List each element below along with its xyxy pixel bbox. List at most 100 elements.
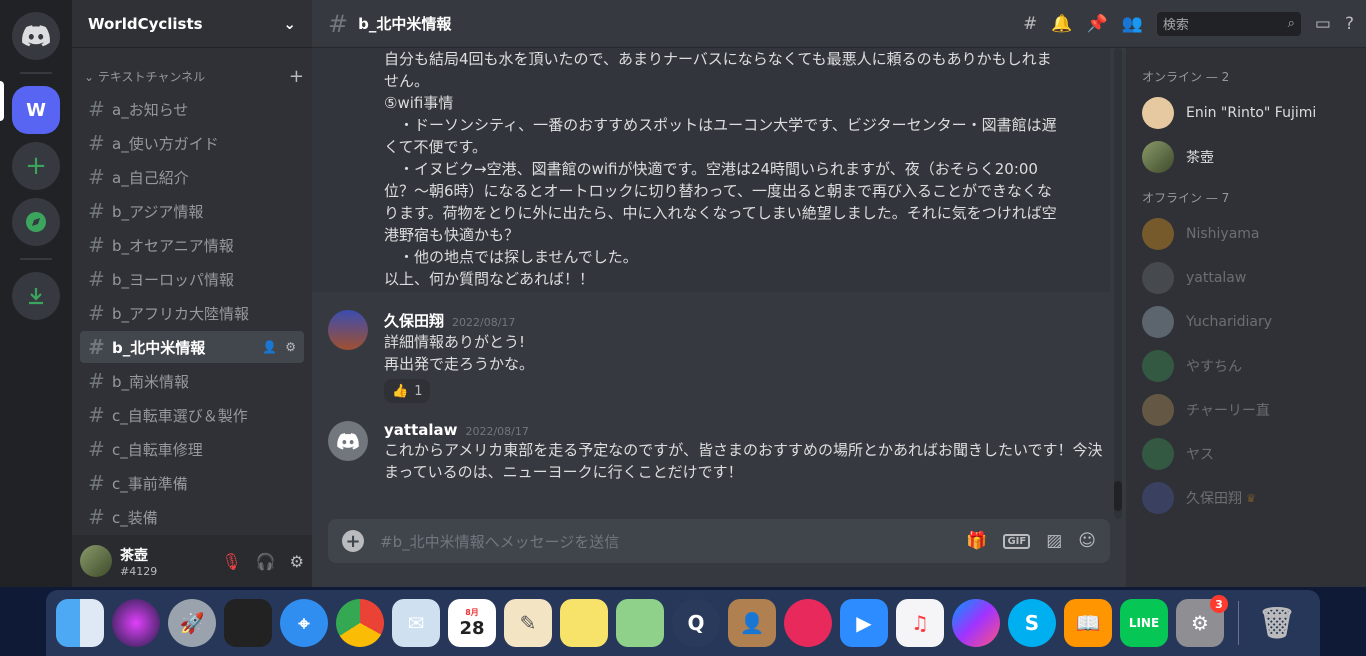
channel-item[interactable]: # c_装備 — [80, 501, 304, 533]
finder-icon[interactable] — [56, 599, 104, 647]
channel-item-active[interactable]: # b_北中米情報 👤 ⚙ — [80, 331, 304, 363]
message-author[interactable]: yattalaw — [384, 421, 457, 439]
gift-icon[interactable]: 🎁 — [966, 531, 987, 551]
pin-icon[interactable]: 📌 — [1087, 14, 1108, 34]
member-item[interactable]: 久保田翔 ♛ — [1142, 476, 1358, 520]
channel-item[interactable]: # c_自転車修理 — [80, 433, 304, 465]
gif-button[interactable]: GIF — [1003, 533, 1031, 549]
username: 茶壺 — [120, 547, 148, 564]
avatar[interactable] — [80, 545, 112, 577]
quicktime-icon[interactable]: Q — [672, 599, 720, 647]
members-icon[interactable]: 👥 — [1122, 14, 1143, 34]
upload-plus-icon[interactable]: + — [342, 530, 364, 552]
reaction-button[interactable]: 👍 1 — [384, 379, 431, 403]
bell-icon[interactable]: 🔔 — [1051, 14, 1072, 34]
search-input[interactable]: 検索 ⌕ — [1156, 11, 1301, 36]
system-preferences-icon[interactable]: ⚙ 3 — [1176, 595, 1228, 647]
help-icon[interactable]: ? — [1345, 14, 1354, 34]
create-channel-icon[interactable]: + — [289, 66, 304, 87]
zoom-icon[interactable]: ▶ — [840, 599, 888, 647]
notes-icon[interactable] — [560, 599, 608, 647]
mic-muted-icon[interactable]: 🎙 — [221, 552, 241, 571]
chrome-icon[interactable] — [336, 599, 384, 647]
emoji-icon[interactable]: ☺ — [1078, 531, 1096, 551]
member-item[interactable]: チャーリー直 — [1142, 388, 1358, 432]
music-icon[interactable]: ♫ — [896, 599, 944, 647]
trash-icon[interactable]: 🗑 — [1253, 599, 1301, 647]
thumbs-up-icon: 👍 — [392, 383, 409, 399]
server-name: WorldCyclists — [88, 14, 203, 33]
books-icon[interactable]: 📖 — [1064, 599, 1112, 647]
member-item[interactable]: 茶壺 — [1142, 135, 1358, 179]
channel-item[interactable]: # a_お知らせ — [80, 93, 304, 125]
header-toolbar: # 🔔 📌 👥 検索 ⌕ ▭ ? — [886, 0, 1366, 48]
server-worldcyclists[interactable]: W — [12, 86, 60, 134]
chat-area: # b_北中米情報 自分も結局4回も水を頂いたので、あまりナーバスにならなくても… — [312, 0, 1126, 587]
member-item[interactable]: やすちん — [1142, 344, 1358, 388]
contacts-icon[interactable]: 👤 — [728, 599, 776, 647]
channel-item[interactable]: # b_アフリカ大陸情報 — [80, 297, 304, 329]
avatar[interactable] — [328, 310, 368, 350]
skype-icon[interactable]: S — [1008, 599, 1056, 647]
message-input-box[interactable]: + #b_北中米情報へメッセージを送信 🎁 GIF ▨ ☺ — [328, 519, 1110, 563]
channel-item[interactable]: # a_自己紹介 — [80, 161, 304, 193]
message-input[interactable]: #b_北中米情報へメッセージを送信 — [380, 531, 966, 552]
member-item[interactable]: ヤス — [1142, 432, 1358, 476]
siri-icon[interactable] — [112, 599, 160, 647]
mail-icon[interactable]: ✉ — [392, 599, 440, 647]
hash-icon: # — [88, 267, 105, 291]
server-header[interactable]: WorldCyclists ⌄ — [72, 0, 312, 48]
explore-servers-icon[interactable] — [12, 198, 60, 246]
skitch-icon[interactable] — [784, 599, 832, 647]
add-server-icon[interactable]: + — [12, 142, 60, 190]
calendar-icon[interactable]: 8月 28 — [448, 599, 496, 647]
invite-icon[interactable]: 👤 — [262, 340, 277, 354]
discriminator: #4129 — [120, 564, 158, 578]
headphones-icon[interactable]: 🎧 — [256, 552, 276, 571]
member-item[interactable]: Yucharidiary — [1142, 300, 1358, 344]
line-icon[interactable]: LINE — [1120, 599, 1168, 647]
scrollbar-thumb[interactable] — [1114, 481, 1122, 511]
hash-icon: # — [88, 301, 105, 325]
member-item[interactable]: yattalaw — [1142, 256, 1358, 300]
textedit-icon[interactable]: ✎ — [504, 599, 552, 647]
threads-icon[interactable]: # — [1023, 14, 1037, 34]
channel-item[interactable]: # b_オセアニア情報 — [80, 229, 304, 261]
reaction-count: 1 — [414, 383, 423, 399]
channel-category[interactable]: ⌄ テキストチャンネル + — [80, 56, 304, 93]
channel-list: ⌄ テキストチャンネル + # a_お知らせ # a_使い方ガイド # a_自己紹介 … — [72, 48, 312, 535]
channel-title: b_北中米情報 — [358, 15, 452, 33]
download-apps-icon[interactable] — [12, 272, 60, 320]
channel-item[interactable]: # a_使い方ガイド — [80, 127, 304, 159]
message-author[interactable]: 久保田翔 — [384, 310, 444, 331]
safari-icon[interactable]: ⌖ — [280, 599, 328, 647]
inbox-icon[interactable]: ▭ — [1315, 14, 1331, 34]
member-list: # 🔔 📌 👥 検索 ⌕ ▭ ? オンライン — 2 Enin "Rinto" … — [886, 0, 1366, 587]
calendar-day: 28 — [459, 618, 485, 639]
avatar — [1142, 350, 1174, 382]
channel-item[interactable]: # b_アジア情報 — [80, 195, 304, 227]
messenger-icon[interactable] — [952, 599, 1000, 647]
channel-item[interactable]: # c_自転車選び＆製作 — [80, 399, 304, 431]
photo-booth-icon[interactable] — [224, 599, 272, 647]
user-panel: 茶壺 #4129 🎙 🎧 ⚙ — [72, 535, 312, 587]
member-item[interactable]: Nishiyama — [1142, 212, 1358, 256]
dock-divider — [1238, 601, 1239, 645]
channel-item[interactable]: # b_ヨーロッパ情報 — [80, 263, 304, 295]
chevron-down-icon[interactable]: ⌄ — [283, 15, 296, 33]
member-item[interactable]: Enin "Rinto" Fujimi — [1142, 91, 1358, 135]
macos-dock: 🚀 ⌖ ✉ 8月 28 ✎ Q 👤 ▶ ♫ S 📖 LINE ⚙ 3 🗑 — [46, 590, 1320, 656]
channel-item[interactable]: # c_事前準備 — [80, 467, 304, 499]
message-scrollbar[interactable] — [1114, 48, 1122, 519]
gear-icon[interactable]: ⚙ — [290, 552, 304, 571]
sticker-icon[interactable]: ▨ — [1046, 531, 1062, 551]
channel-sidebar: WorldCyclists ⌄ ⌄ テキストチャンネル + # a_お知らせ # a… — [72, 0, 312, 587]
avatar — [1142, 97, 1174, 129]
channel-item[interactable]: # b_南米情報 — [80, 365, 304, 397]
maps-icon[interactable] — [616, 599, 664, 647]
gear-icon[interactable]: ⚙ — [285, 340, 296, 354]
avatar[interactable] — [328, 421, 368, 461]
discord-home-icon[interactable] — [12, 12, 60, 60]
launchpad-icon[interactable]: 🚀 — [168, 599, 216, 647]
search-icon: ⌕ — [1287, 16, 1295, 31]
